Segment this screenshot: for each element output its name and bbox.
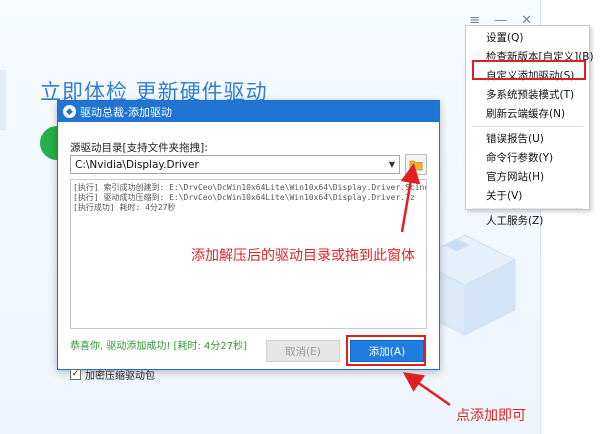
sidebar-edge — [0, 70, 6, 130]
chevron-down-icon[interactable]: ▼ — [389, 160, 395, 169]
dialog-titlebar: ◆ 驱动总裁-添加驱动 — [58, 101, 439, 122]
menu-item-cli-params[interactable]: 命令行参数(Y) — [466, 149, 589, 168]
menu-item-settings[interactable]: 设置(Q) — [466, 29, 589, 48]
add-button[interactable]: 添加(A) — [350, 340, 424, 362]
menu-item-website[interactable]: 官方网站(H) — [466, 168, 589, 187]
app-logo-icon: ◆ — [63, 105, 76, 118]
log-line: [执行] 索引成功创建到: E:\DrvCeo\DcWin10x64Lite\W… — [73, 183, 427, 192]
compress-checkbox-label: 加密压缩驱动包 — [85, 371, 155, 382]
folder-hint-annotation: 添加解压后的驱动目录或拖到此窗体 — [191, 248, 415, 264]
menu-divider — [472, 208, 583, 209]
cancel-button[interactable]: 取消(E) — [266, 340, 340, 362]
compress-checkbox[interactable]: ✓ — [70, 369, 81, 380]
compress-option[interactable]: ✓ 加密压缩驱动包 — [70, 367, 155, 382]
success-message: 恭喜你, 驱动添加成功! [耗时: 4分27秒] — [70, 341, 247, 352]
menu-item-custom-add-driver[interactable]: 自定义添加驱动(S) — [466, 67, 589, 86]
log-line: [执行成功] 耗时: 4分27秒 — [73, 203, 176, 212]
source-dir-label: 源驱动目录[支持文件夹拖拽]: — [70, 142, 208, 154]
add-driver-dialog: ◆ 驱动总裁-添加驱动 源驱动目录[支持文件夹拖拽]: C:\Nvidia\Di… — [57, 100, 440, 382]
menu-item-multi-system[interactable]: 多系统预装模式(T) — [466, 86, 589, 105]
add-hint-annotation: 点添加即可 — [456, 408, 526, 424]
menu-item-error-report[interactable]: 错误报告(U) — [466, 130, 589, 149]
log-line: [执行] 驱动成功压缩到: E:\DrvCeo\DcWin10x64Lite\W… — [73, 193, 415, 202]
menu-divider — [472, 126, 583, 127]
source-path-value: C:\Nvidia\Display.Driver — [75, 158, 199, 171]
menu-item-human-service[interactable]: 人工服务(Z) — [466, 212, 589, 231]
source-path-select[interactable]: C:\Nvidia\Display.Driver ▼ — [70, 155, 400, 174]
browse-folder-button[interactable] — [405, 154, 427, 175]
settings-menu: 设置(Q) 检查新版本[自定义](B) 自定义添加驱动(S) 多系统预装模式(T… — [465, 25, 594, 227]
folder-icon — [409, 160, 423, 170]
menu-item-about[interactable]: 关于(V) — [466, 187, 589, 206]
dialog-title: 驱动总裁-添加驱动 — [80, 105, 172, 119]
menu-item-refresh-cache[interactable]: 刷新云端缓存(N) — [466, 105, 589, 124]
menu-item-check-update[interactable]: 检查新版本[自定义](B) — [466, 48, 594, 67]
